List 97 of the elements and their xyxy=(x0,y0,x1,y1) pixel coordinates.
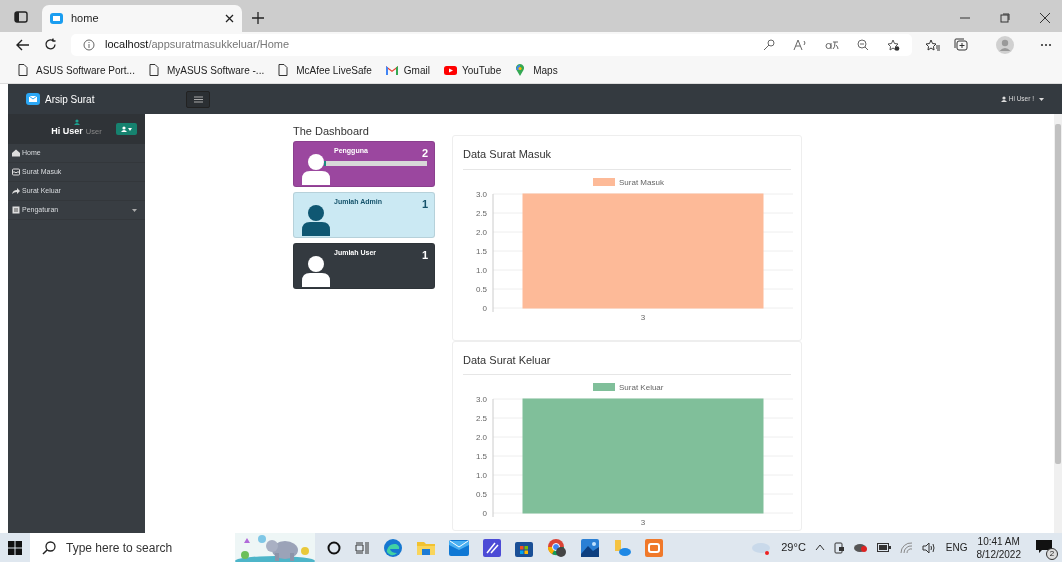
task-view-icon[interactable] xyxy=(355,540,369,555)
avatar-icon[interactable] xyxy=(996,35,1014,54)
user-icon xyxy=(1000,96,1007,102)
stat-value: 1 xyxy=(421,247,428,263)
translate-icon[interactable] xyxy=(825,39,839,50)
chart-title: Data Surat Keluar xyxy=(463,351,791,375)
axis-tick-label: 1.5 xyxy=(475,452,487,461)
new-tab-icon[interactable] xyxy=(252,12,264,24)
start-icon[interactable] xyxy=(8,540,22,555)
mail-icon xyxy=(385,64,399,76)
meet-icon[interactable] xyxy=(833,541,845,554)
bookmark-link[interactable]: ASUS Software Port... xyxy=(18,62,135,78)
cloud-folder-icon[interactable] xyxy=(613,538,631,557)
tab-title: home xyxy=(71,11,100,27)
legend-label: Surat Keluar xyxy=(619,383,664,392)
bookmark-link[interactable]: Maps xyxy=(515,62,558,78)
bookmark-link[interactable]: MyASUS Software -... xyxy=(148,62,265,78)
caret-icon xyxy=(1039,97,1044,101)
search-icon xyxy=(42,540,56,555)
user-dropdown-button[interactable] xyxy=(116,123,137,135)
axis-tick-label: 0 xyxy=(482,509,487,518)
home-icon xyxy=(12,149,20,157)
axis-tick-label: 1.0 xyxy=(475,265,487,275)
axis-tick-label: 2.0 xyxy=(475,227,487,237)
folder-icon[interactable] xyxy=(417,539,435,556)
browser-tab[interactable]: home xyxy=(42,5,242,32)
back-icon[interactable] xyxy=(16,38,30,51)
list-icon xyxy=(12,206,20,214)
axis-tick-label: 0.5 xyxy=(475,490,487,499)
axis-tick-label: 3.0 xyxy=(475,189,487,199)
axis-tick-label: 3 xyxy=(640,312,646,322)
page-icon xyxy=(18,64,31,76)
legend-label: Surat Masuk xyxy=(619,177,665,187)
stat-value: 1 xyxy=(421,196,428,212)
more-icon[interactable] xyxy=(1040,42,1052,47)
user-icon xyxy=(73,119,80,126)
app-icon[interactable] xyxy=(645,538,663,557)
chevron-up-icon[interactable] xyxy=(814,544,825,551)
axis-tick-label: 2.5 xyxy=(475,414,487,423)
axis-tick-label: 2.0 xyxy=(475,433,487,442)
zoom-out-icon[interactable] xyxy=(857,38,869,51)
legend-item[interactable]: Surat Masuk xyxy=(593,177,664,187)
taskbar-search-field[interactable]: Type here to search xyxy=(30,533,315,562)
bookmark-link[interactable]: Gmail xyxy=(385,62,430,78)
browser-icon[interactable] xyxy=(547,537,567,558)
axis-tick-label: 3.0 xyxy=(475,395,487,404)
scroll-thumb[interactable] xyxy=(1055,124,1061,464)
axis-tick-label: 1.0 xyxy=(475,471,487,480)
caret-icon xyxy=(128,127,132,131)
axis-tick-label: 1.5 xyxy=(475,246,487,256)
stat-value: 2 xyxy=(421,145,428,161)
chart-title: Data Surat Masuk xyxy=(463,146,791,170)
cortana-icon[interactable] xyxy=(327,540,341,555)
bookmark-link[interactable]: McAfee LiveSafe xyxy=(278,62,372,78)
axis-tick-label: 0.5 xyxy=(475,284,487,294)
favorites-icon[interactable] xyxy=(926,38,940,51)
photos-icon[interactable] xyxy=(581,538,599,557)
legend-item[interactable]: Surat Keluar xyxy=(593,383,664,392)
close-icon[interactable] xyxy=(1040,13,1050,23)
axis-tick-label: 2.5 xyxy=(475,208,487,218)
mail-icon[interactable] xyxy=(449,539,469,556)
menu-toggle[interactable] xyxy=(186,90,210,108)
play-icon xyxy=(443,64,457,76)
brand-name[interactable]: Arsip Surat xyxy=(45,91,95,107)
menu-icon xyxy=(193,95,203,103)
info-icon xyxy=(83,38,95,51)
axis-tick-label: 0 xyxy=(482,303,487,313)
restore-icon[interactable] xyxy=(1000,13,1010,23)
language-indicator[interactable]: ENG xyxy=(945,540,968,555)
user-icon xyxy=(302,152,330,185)
user-icon xyxy=(302,203,330,236)
refresh-icon[interactable] xyxy=(44,38,57,51)
clock[interactable]: 10:41 AM 8/12/2022 xyxy=(976,534,1021,561)
close-icon[interactable] xyxy=(225,14,234,23)
share-icon xyxy=(12,187,20,195)
speaker-icon[interactable] xyxy=(921,541,937,554)
collections-icon[interactable] xyxy=(954,38,968,51)
page-icon xyxy=(148,64,162,76)
mail-icon xyxy=(26,93,40,105)
key-icon[interactable] xyxy=(763,38,775,51)
dashboard-title: The Dashboard xyxy=(293,124,370,139)
url-text: localhost/appsuratmasukkeluar/Home xyxy=(105,37,290,53)
axis-tick-label: 3 xyxy=(640,518,646,526)
battery-icon[interactable] xyxy=(876,543,891,552)
address-bar[interactable]: localhost/appsuratmasukkeluar/Home xyxy=(71,33,912,56)
tab-actions-icon[interactable] xyxy=(14,11,28,23)
browser-icon[interactable] xyxy=(383,537,403,558)
inbox-icon xyxy=(12,168,20,176)
temperature[interactable]: 29°C xyxy=(781,539,806,556)
app-icon[interactable] xyxy=(483,538,501,557)
weather-icon xyxy=(750,540,773,555)
user-icon xyxy=(302,254,330,287)
cloud-icon[interactable] xyxy=(853,542,868,553)
bookmark-link[interactable]: YouTube xyxy=(443,62,502,78)
mail-icon xyxy=(50,13,63,24)
add-favorite-icon[interactable] xyxy=(887,38,900,51)
read-aloud-icon[interactable] xyxy=(793,38,807,51)
